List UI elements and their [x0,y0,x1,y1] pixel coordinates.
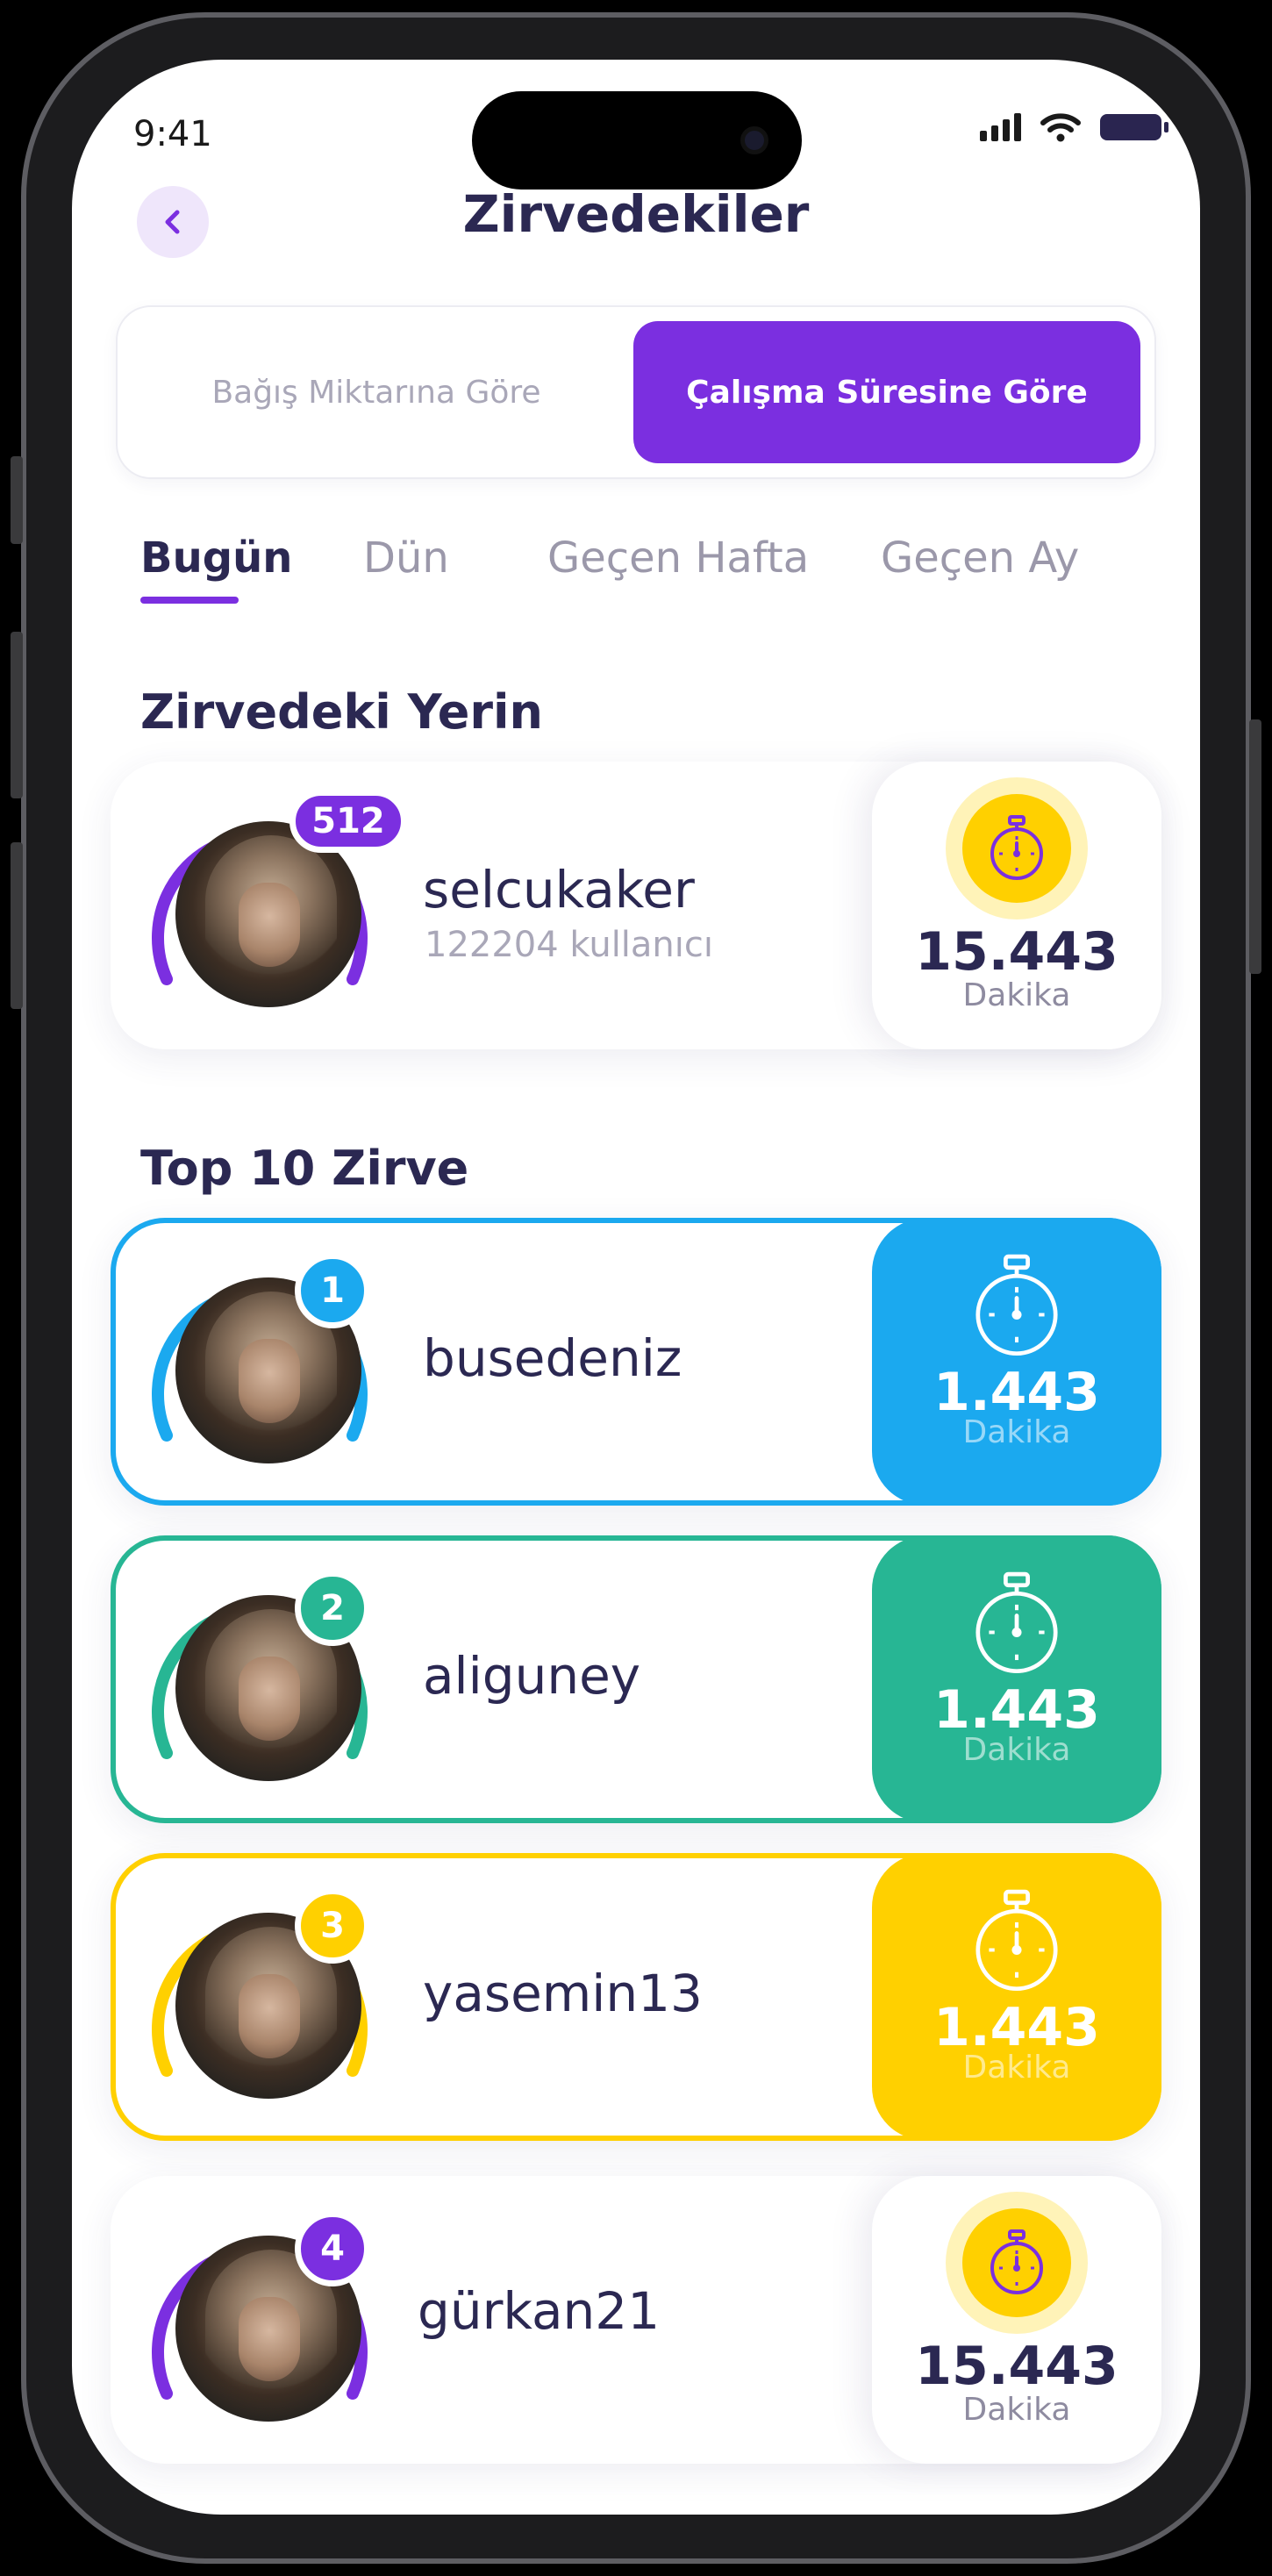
dynamic-island [472,91,802,190]
tab-last-month[interactable]: Geçen Ay [881,533,1079,583]
active-tab-indicator [140,597,239,604]
avatar-with-progress: 3 [149,1886,370,2107]
stopwatch-icon [946,777,1088,919]
avatar-with-progress: 1 [149,1251,370,1472]
tab-today[interactable]: Bugün [140,533,292,583]
avatar-with-progress: 512 [149,790,407,1016]
tab-last-week[interactable]: Geçen Hafta [547,533,809,583]
tab-yesterday[interactable]: Dün [363,533,449,583]
leaderboard-row-1[interactable]: 1 busedeniz 1.443 Dakika [111,1218,1161,1506]
score-box: 15.443 Dakika [872,2176,1161,2464]
status-icons [980,112,1168,142]
score-value: 15.443 [915,921,1118,983]
username: yasemin13 [423,1964,703,2023]
score-unit: Dakika [962,977,1071,1013]
my-rank-section-title: Zirvedeki Yerin [140,684,543,740]
username: aliguney [423,1646,641,1706]
leaderboard-row-4[interactable]: 4 gürkan21 15.443 Dakika [111,2176,1161,2464]
username: gürkan21 [418,2281,661,2341]
rank-badge: 4 [295,2211,370,2286]
stopwatch-icon [975,1889,1058,1992]
stopwatch-icon [975,1571,1058,1674]
wifi-icon [1040,113,1081,142]
score-box: 15.443 Dakika [872,762,1161,1049]
battery-icon [1100,114,1168,140]
my-rank-card[interactable]: 512 selcukaker 122204 kullanıcı 15.443 D… [111,762,1161,1049]
segment-working-time[interactable]: Çalışma Süresine Göre [633,321,1140,463]
signal-icon [980,113,1021,141]
avatar-with-progress: 2 [149,1569,370,1790]
score-box: 1.443 Dakika [872,1535,1161,1823]
stopwatch-icon [946,2192,1088,2334]
avatar-with-progress: 4 [149,2209,370,2430]
segment-donation-amount[interactable]: Bağış Miktarına Göre [118,307,635,477]
score-value: 15.443 [915,2336,1118,2397]
leaderboard-row-3[interactable]: 3 yasemin13 1.443 Dakika [111,1853,1161,2141]
score-box: 1.443 Dakika [872,1218,1161,1506]
ranking-type-toggle: Bağış Miktarına Göre Çalışma Süresine Gö… [116,305,1156,479]
rank-badge: 1 [295,1253,370,1328]
username: selcukaker [423,860,695,919]
score-unit: Dakika [962,2050,1071,2086]
stopwatch-icon [975,1254,1058,1356]
username: busedeniz [423,1328,682,1388]
rank-badge: 3 [295,1888,370,1964]
score-box: 1.443 Dakika [872,1853,1161,2141]
score-unit: Dakika [962,1414,1071,1450]
rank-badge: 2 [295,1571,370,1646]
action-button [11,456,23,544]
app-screen: 9:41 Zirvedekiler Bağış Miktarına Göre Ç… [72,60,1200,2515]
leaderboard-row-2[interactable]: 2 aliguney 1.443 Dakika [111,1535,1161,1823]
user-count: 122204 kullanıcı [425,925,714,965]
camera-icon [740,126,768,154]
page-title: Zirvedekiler [462,184,810,244]
score-unit: Dakika [962,1732,1071,1768]
status-time: 9:41 [133,114,212,154]
rank-badge: 512 [289,790,407,853]
score-unit: Dakika [962,2392,1071,2428]
power-button [1249,719,1261,974]
top10-section-title: Top 10 Zirve [140,1141,469,1196]
volume-down-button [11,842,23,1009]
volume-up-button [11,632,23,798]
